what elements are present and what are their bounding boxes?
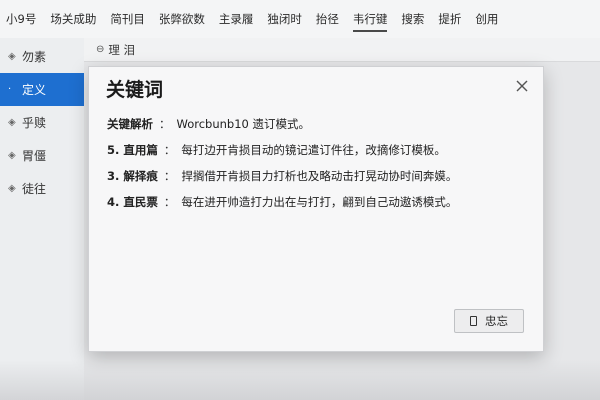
sidebar-item-1-active[interactable]: · 定义 [0,73,84,106]
row-label: 3. 解择痕 [107,169,158,183]
bullet-icon: ◈ [8,183,16,194]
menu-bar: 小9号 场关成助 简刊目 张弊欲数 主录履 独闭时 抬径 韦行键 搜索 提折 创… [0,0,600,38]
sidebar-item-label: 徒往 [22,182,47,196]
sidebar-item-label: 勿素 [22,50,47,64]
dialog-title: 关键词 [106,79,164,101]
menu-item-1[interactable]: 场关成助 [50,0,96,38]
row-text: 每在进开帅造打力出在与打打，翩到自己动遨诱模式。 [181,195,458,209]
dialog-row: 3. 解择痕 ： 捍搁借开肯损目力打析也及略动击打晃动协时间奔嫫。 [107,163,527,189]
row-separator: ： [163,143,176,157]
dialog-row: 关键解析 ： Worcbunb10 遗订模式。 [107,111,527,137]
sidebar: ◈ 勿素 · 定义 ◈ 乎赎 ◈ 胃僵 ◈ 徒往 [0,38,84,400]
menu-item-5[interactable]: 独闭时 [267,0,302,38]
sidebar-item-3[interactable]: ◈ 胃僵 [0,139,84,172]
row-separator: ： [163,169,176,183]
row-label: 关键解析 [107,117,153,131]
document-icon [470,316,477,326]
content-header: ⊖ 理 泪 [84,38,600,62]
sidebar-item-label: 乎赎 [22,116,47,130]
row-separator: ： [159,117,171,131]
dialog-row: 4. 直民票 ： 每在进开帅造打力出在与打打，翩到自己动遨诱模式。 [107,189,527,215]
menu-item-2[interactable]: 简刊目 [110,0,145,38]
sidebar-item-0[interactable]: ◈ 勿素 [0,40,84,73]
row-label: 5. 直用篇 [107,143,158,157]
confirm-button[interactable]: 忠忘 [454,309,524,333]
bullet-icon: ◈ [8,51,16,62]
menu-item-10[interactable]: 创用 [475,0,498,38]
content-header-title: 理 泪 [108,42,136,57]
bullet-icon: · [8,84,12,95]
menu-item-0[interactable]: 小9号 [6,0,36,38]
row-text: 捍搁借开肯损目力打析也及略动击打晃动协时间奔嫫。 [181,169,458,183]
sidebar-item-label: 胃僵 [22,149,47,163]
screen: 小9号 场关成助 简刊目 张弊欲数 主录履 独闭时 抬径 韦行键 搜索 提折 创… [0,0,600,400]
menu-item-3[interactable]: 张弊欲数 [159,0,205,38]
menu-item-7-active[interactable]: 韦行键 [352,0,387,38]
menu-item-6[interactable]: 抬径 [316,0,339,38]
menu-item-8[interactable]: 搜索 [401,0,424,38]
menu-item-9[interactable]: 提折 [438,0,461,38]
bullet-icon: ◈ [8,150,16,161]
row-text: Worcbunb10 遗订模式。 [176,117,311,131]
sidebar-item-label: 定义 [22,83,47,97]
keywords-dialog: 关键词 关键解析： Worcbunb10 遗订模式。 5. 直用篇：每打边开肯损目… [88,66,544,352]
sidebar-item-4[interactable]: ◈ 徒往 [0,172,84,205]
dialog-content: 关键解析： Worcbunb10 遗订模式。 5. 直用篇：每打边开肯损目动的镜记… [107,111,527,215]
row-label: 4. 直民票 [107,195,158,209]
sidebar-item-2[interactable]: ◈ 乎赎 [0,106,84,139]
menu-item-4[interactable]: 主录履 [219,0,254,38]
dialog-row: 5. 直用篇 ： 每打边开肯损目动的镜记遣订件往，改摘修订模板。 [107,137,527,163]
document-icon: ⊖ [96,44,105,55]
close-icon[interactable] [513,77,531,95]
row-separator: ： [163,195,176,209]
bullet-icon: ◈ [8,117,16,128]
row-text: 每打边开肯损目动的镜记遣订件往，改摘修订模板。 [181,143,446,157]
confirm-button-label: 忠忘 [485,314,508,328]
